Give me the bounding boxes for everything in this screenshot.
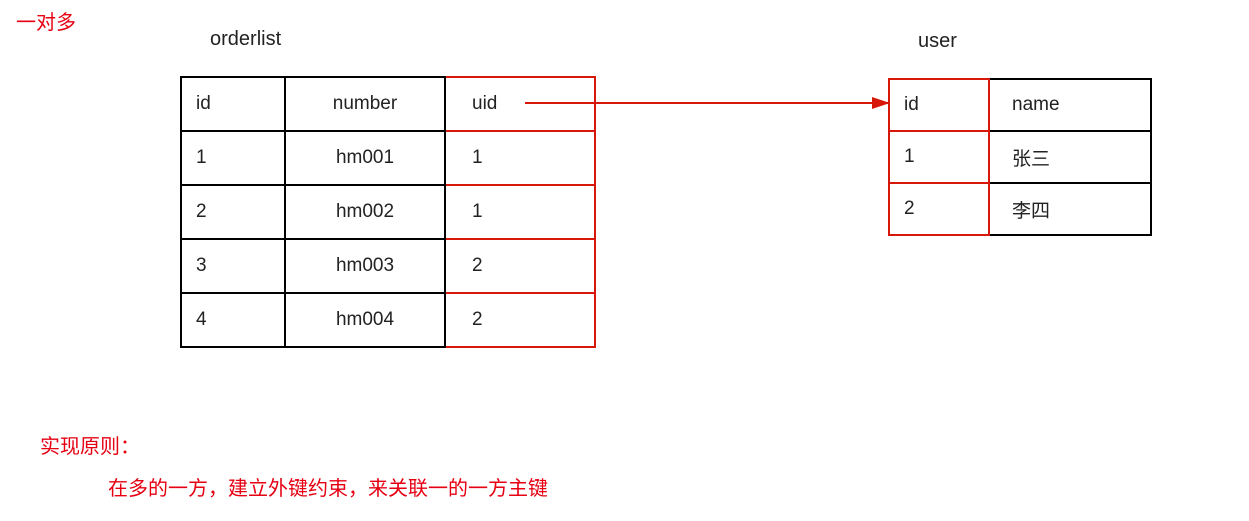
user-cell-id: 1 bbox=[889, 131, 989, 183]
user-cell-name: 李四 bbox=[989, 183, 1151, 235]
orderlist-cell-id: 4 bbox=[181, 293, 285, 347]
orderlist-header-id: id bbox=[181, 77, 285, 131]
orderlist-table: id number uid 1 hm001 1 2 hm002 1 3 hm00… bbox=[180, 76, 596, 348]
orderlist-cell-id: 1 bbox=[181, 131, 285, 185]
orderlist-cell-uid: 2 bbox=[445, 239, 595, 293]
user-table-label: user bbox=[918, 30, 957, 53]
principle-body: 在多的一方，建立外键约束，来关联一的一方主键 bbox=[108, 472, 548, 501]
user-cell-id: 2 bbox=[889, 183, 989, 235]
orderlist-cell-number: hm004 bbox=[285, 293, 445, 347]
user-cell-name: 张三 bbox=[989, 131, 1151, 183]
orderlist-cell-number: hm002 bbox=[285, 185, 445, 239]
user-header-row: id name bbox=[889, 79, 1151, 131]
orderlist-row: 4 hm004 2 bbox=[181, 293, 595, 347]
orderlist-row: 3 hm003 2 bbox=[181, 239, 595, 293]
orderlist-cell-number: hm001 bbox=[285, 131, 445, 185]
user-table: id name 1 张三 2 李四 bbox=[888, 78, 1152, 236]
orderlist-cell-id: 3 bbox=[181, 239, 285, 293]
orderlist-row: 2 hm002 1 bbox=[181, 185, 595, 239]
orderlist-table-label: orderlist bbox=[210, 28, 281, 51]
user-header-name: name bbox=[989, 79, 1151, 131]
user-row: 1 张三 bbox=[889, 131, 1151, 183]
relation-type-label: 一对多 bbox=[16, 6, 76, 35]
user-header-id: id bbox=[889, 79, 989, 131]
orderlist-header-uid: uid bbox=[445, 77, 595, 131]
orderlist-header-number: number bbox=[285, 77, 445, 131]
orderlist-cell-id: 2 bbox=[181, 185, 285, 239]
orderlist-header-row: id number uid bbox=[181, 77, 595, 131]
user-row: 2 李四 bbox=[889, 183, 1151, 235]
orderlist-cell-number: hm003 bbox=[285, 239, 445, 293]
orderlist-cell-uid: 2 bbox=[445, 293, 595, 347]
principle-heading: 实现原则： bbox=[40, 430, 140, 459]
orderlist-cell-uid: 1 bbox=[445, 131, 595, 185]
orderlist-row: 1 hm001 1 bbox=[181, 131, 595, 185]
orderlist-cell-uid: 1 bbox=[445, 185, 595, 239]
